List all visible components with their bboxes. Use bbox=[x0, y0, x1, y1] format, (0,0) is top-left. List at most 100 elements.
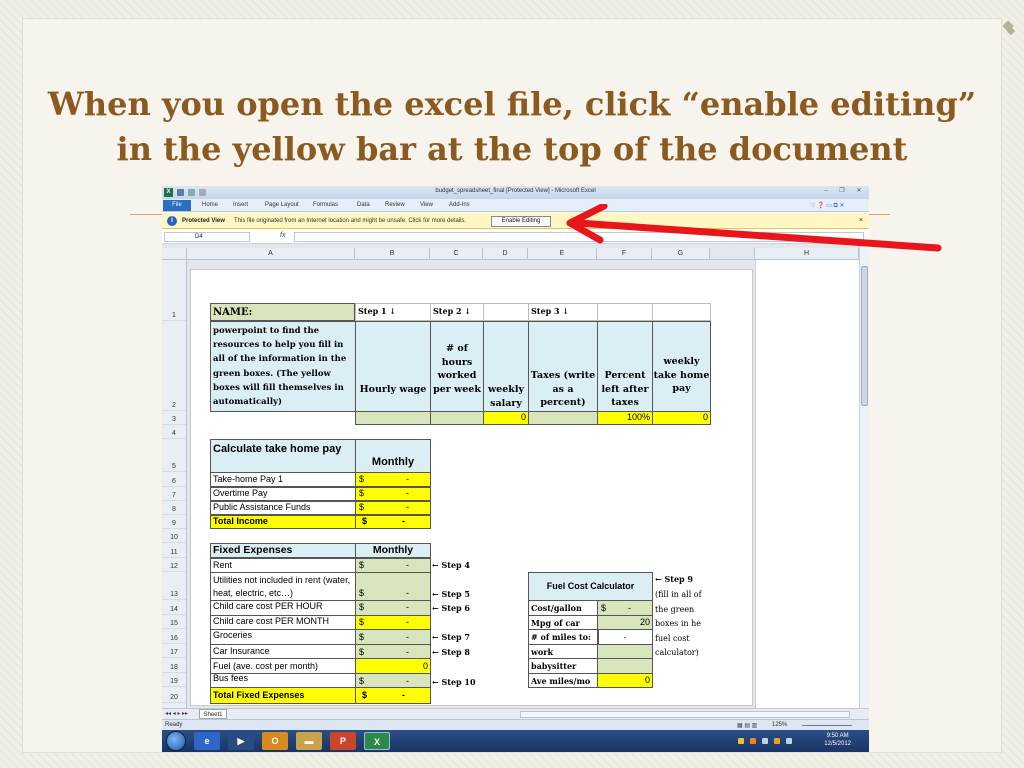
row-header-18[interactable]: 18 bbox=[162, 658, 186, 673]
cell-b3[interactable] bbox=[355, 411, 431, 425]
minimize-icon[interactable]: – bbox=[819, 187, 833, 196]
cell-f3[interactable]: 100% bbox=[597, 411, 653, 425]
sheet-tab-sheet1[interactable]: Sheet1 bbox=[199, 709, 227, 719]
close-window-icon[interactable]: ✕ bbox=[852, 187, 866, 196]
cell-b7[interactable]: $ - bbox=[355, 487, 431, 501]
cell-b14[interactable]: $ - bbox=[355, 600, 431, 616]
cell-a5[interactable]: Calculate take home pay bbox=[210, 439, 356, 473]
column-header-d[interactable]: D bbox=[483, 248, 528, 260]
cell-b18[interactable]: 0 bbox=[355, 658, 431, 674]
fuel-babysitter-label[interactable]: babysitter bbox=[528, 658, 599, 674]
cell-a13[interactable]: Utilities not included in rent (water, h… bbox=[210, 572, 356, 601]
cell-b9[interactable]: $ - bbox=[355, 515, 431, 529]
horizontal-scrollbar[interactable] bbox=[520, 711, 850, 718]
restore-icon[interactable]: ❐ bbox=[835, 187, 849, 196]
row-header-1[interactable]: 1 bbox=[162, 303, 186, 321]
cell-b5[interactable]: Monthly bbox=[355, 439, 431, 473]
taskbar-clock[interactable]: 9:50 AM 12/5/2012 bbox=[824, 732, 851, 748]
row-header-16[interactable]: 16 bbox=[162, 629, 186, 644]
start-button-icon[interactable] bbox=[166, 731, 186, 751]
tray-app-icon[interactable] bbox=[750, 738, 756, 744]
tray-volume-icon[interactable] bbox=[786, 738, 792, 744]
cell-b17[interactable]: $ - bbox=[355, 644, 431, 659]
column-header-c[interactable]: C bbox=[430, 248, 483, 260]
vertical-scrollbar[interactable] bbox=[859, 244, 869, 708]
fuel-miles-value[interactable]: - bbox=[597, 629, 653, 645]
row-header-17[interactable]: 17 bbox=[162, 644, 186, 658]
zoom-level[interactable]: 125% bbox=[772, 722, 787, 728]
row-header-2[interactable]: 2 bbox=[162, 321, 186, 411]
cell-e1[interactable]: Step 3 ↓ bbox=[528, 303, 598, 321]
cell-g3[interactable]: 0 bbox=[652, 411, 711, 425]
fuel-ave-miles-label[interactable]: Ave miles/mo bbox=[528, 673, 599, 688]
fuel-babysitter-value[interactable] bbox=[597, 658, 653, 674]
row-header-19[interactable]: 19 bbox=[162, 673, 186, 687]
row-header-14[interactable]: 14 bbox=[162, 600, 186, 615]
row-header-12[interactable]: 12 bbox=[162, 558, 186, 572]
cell-d3[interactable]: 0 bbox=[483, 411, 529, 425]
powerpoint-icon[interactable]: P bbox=[330, 732, 356, 750]
tray-flag-icon[interactable] bbox=[738, 738, 744, 744]
cell-b12[interactable]: $ - bbox=[355, 558, 431, 573]
row-header-10[interactable]: 10 bbox=[162, 529, 186, 543]
fuel-work-label[interactable]: work bbox=[528, 644, 599, 659]
fuel-cost-gallon-value[interactable]: $ - bbox=[597, 600, 653, 616]
tab-file[interactable]: File bbox=[163, 200, 191, 211]
tab-formulas[interactable]: Formulas bbox=[313, 202, 338, 208]
row-header-5[interactable]: 5 bbox=[162, 439, 186, 472]
cell-c2[interactable]: # of hours worked per week bbox=[430, 321, 484, 412]
protected-view-message[interactable]: This file originated from an Internet lo… bbox=[234, 218, 466, 224]
cell-a18[interactable]: Fuel (ave. cost per month) bbox=[210, 658, 356, 674]
cell-b1[interactable]: Step 1 ↓ bbox=[355, 303, 431, 321]
cell-e2[interactable]: Taxes (write as a percent) bbox=[528, 321, 598, 412]
fuel-mpg-value[interactable]: 20 bbox=[597, 615, 653, 630]
tab-page-layout[interactable]: Page Layout bbox=[265, 202, 299, 208]
zoom-slider[interactable] bbox=[802, 725, 852, 726]
excel-taskbar-icon[interactable]: X bbox=[364, 732, 390, 750]
fuel-calculator-title[interactable]: Fuel Cost Calculator bbox=[528, 572, 653, 601]
cell-b2[interactable]: Hourly wage bbox=[355, 321, 431, 412]
cell-a16[interactable]: Groceries bbox=[210, 629, 356, 645]
tray-network-icon[interactable] bbox=[762, 738, 768, 744]
cell-c3[interactable] bbox=[430, 411, 484, 425]
cell-a1[interactable]: NAME: bbox=[210, 303, 355, 321]
explorer-folder-icon[interactable]: ▬ bbox=[296, 732, 322, 750]
cell-b16[interactable]: $ - bbox=[355, 629, 431, 645]
tab-view[interactable]: View bbox=[420, 202, 433, 208]
row-header-15[interactable]: 15 bbox=[162, 615, 186, 629]
cell-b19[interactable]: $ - bbox=[355, 673, 431, 688]
fuel-miles-label[interactable]: # of miles to: bbox=[528, 629, 599, 645]
enable-editing-button[interactable]: Enable Editing bbox=[491, 216, 551, 227]
cell-a2-instructions[interactable]: powerpoint to find the resources to help… bbox=[210, 321, 356, 412]
cell-g1[interactable] bbox=[652, 303, 711, 321]
tab-insert[interactable]: Insert bbox=[233, 202, 248, 208]
tab-data[interactable]: Data bbox=[357, 202, 370, 208]
cell-a17[interactable]: Car Insurance bbox=[210, 644, 356, 659]
cell-a15[interactable]: Child care cost PER MONTH bbox=[210, 615, 356, 630]
cell-a14[interactable]: Child care cost PER HOUR bbox=[210, 600, 356, 616]
fx-icon[interactable]: fx bbox=[280, 232, 285, 239]
row-header-4[interactable]: 4 bbox=[162, 425, 186, 439]
row-header-9[interactable]: 9 bbox=[162, 515, 186, 529]
cell-b20[interactable]: $ - bbox=[355, 687, 431, 704]
row-header-11[interactable]: 11 bbox=[162, 543, 186, 558]
cell-g2[interactable]: weekly take home pay bbox=[652, 321, 711, 412]
cell-b13[interactable]: $ - bbox=[355, 572, 431, 601]
name-box[interactable]: D4 bbox=[164, 232, 250, 242]
cell-a7[interactable]: Overtime Pay bbox=[210, 487, 356, 501]
cell-a12[interactable]: Rent bbox=[210, 558, 356, 573]
fuel-work-value[interactable] bbox=[597, 644, 653, 659]
tray-update-icon[interactable] bbox=[774, 738, 780, 744]
cell-a11[interactable]: Fixed Expenses bbox=[210, 543, 356, 558]
vertical-scroll-thumb[interactable] bbox=[861, 266, 868, 406]
tab-home[interactable]: Home bbox=[202, 202, 218, 208]
outlook-icon[interactable]: O bbox=[262, 732, 288, 750]
fuel-ave-miles-value[interactable]: 0 bbox=[597, 673, 653, 688]
row-header-3[interactable]: 3 bbox=[162, 411, 186, 425]
cell-b8[interactable]: $ - bbox=[355, 501, 431, 515]
row-header-7[interactable]: 7 bbox=[162, 487, 186, 501]
cell-f2[interactable]: Percent left after taxes bbox=[597, 321, 653, 412]
media-player-icon[interactable]: ▶ bbox=[228, 732, 254, 750]
row-header-13[interactable]: 13 bbox=[162, 572, 186, 600]
fuel-cost-gallon-label[interactable]: Cost/gallon bbox=[528, 600, 599, 616]
